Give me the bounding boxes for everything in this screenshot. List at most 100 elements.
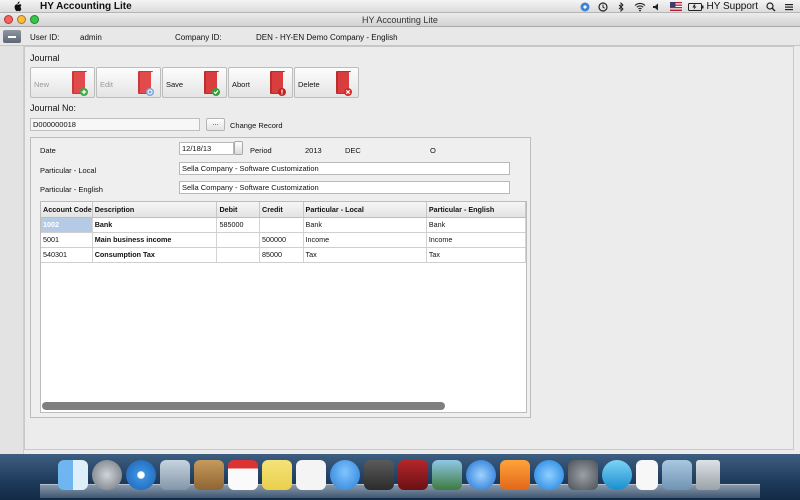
user-menu-name[interactable]: HY Support (706, 1, 758, 12)
edit-button-label: Edit (100, 80, 113, 89)
column-header-description[interactable]: Description (92, 202, 218, 218)
zoom-window-button[interactable] (30, 15, 39, 24)
time-machine-icon[interactable] (598, 1, 609, 12)
date-stepper[interactable] (234, 141, 243, 155)
collapse-sidebar-button[interactable] (3, 30, 21, 43)
cell-description[interactable]: Main business income (92, 232, 218, 248)
iphoto-icon[interactable] (432, 460, 462, 490)
cell-account-code[interactable]: 1002 (41, 217, 93, 233)
left-sidebar-collapsed (0, 46, 24, 454)
particular-local-label: Particular - Local (40, 166, 97, 175)
reminders-icon[interactable] (296, 460, 326, 490)
cell-particular-english[interactable]: Income (426, 232, 526, 248)
app-store-icon[interactable] (534, 460, 564, 490)
column-header-particular-local[interactable]: Particular - Local (303, 202, 427, 218)
system-preferences-icon[interactable] (568, 460, 598, 490)
us-flag-icon[interactable] (670, 1, 683, 12)
edit-button[interactable]: Edit (96, 67, 161, 98)
messages-icon[interactable] (330, 460, 360, 490)
mail-icon[interactable] (160, 460, 190, 490)
period-year: 2013 (305, 146, 322, 155)
itunes-icon[interactable] (466, 460, 496, 490)
cell-particular-local[interactable]: Bank (303, 217, 427, 233)
minimize-window-button[interactable] (17, 15, 26, 24)
edit-record-icon (138, 71, 154, 96)
document-icon[interactable] (636, 460, 658, 490)
cell-debit[interactable]: 585000 (216, 217, 261, 233)
column-header-debit[interactable]: Debit (216, 202, 261, 218)
change-record-label: Change Record (230, 121, 283, 130)
table-row[interactable]: 5001 Main business income 500000 Income … (41, 232, 526, 248)
app-menu-name[interactable]: HY Accounting Lite (40, 1, 132, 12)
abort-button[interactable]: Abort (228, 67, 293, 98)
table-row[interactable]: 1002 Bank 585000 Bank Bank (41, 217, 526, 233)
new-button-label: New (34, 80, 50, 89)
photo-booth-icon[interactable] (398, 460, 428, 490)
delete-record-icon (336, 71, 352, 96)
journal-no-field[interactable]: D000000018 (30, 118, 200, 131)
finder-icon[interactable] (58, 460, 88, 490)
cell-credit[interactable]: 85000 (259, 247, 304, 263)
company-id-label: Company ID: (175, 33, 222, 42)
safari-icon[interactable] (126, 460, 156, 490)
new-button[interactable]: New (30, 67, 95, 98)
company-id-value: DEN - HY-EN Demo Company - English (256, 33, 398, 42)
record-toolbar: New Edit Save Abort Delete (30, 67, 360, 98)
session-info-bar: User ID: admin Company ID: DEN - HY-EN D… (0, 27, 800, 46)
period-month: DEC (345, 146, 361, 155)
notification-center-icon[interactable] (784, 2, 794, 12)
delete-button-label: Delete (298, 80, 320, 89)
trash-icon[interactable] (696, 460, 720, 490)
calendar-icon[interactable] (228, 460, 258, 490)
ibooks-icon[interactable] (500, 460, 530, 490)
save-record-icon (204, 71, 220, 96)
cell-account-code[interactable]: 540301 (41, 247, 93, 263)
cell-particular-english[interactable]: Tax (426, 247, 526, 263)
date-field[interactable]: 12/18/13 (179, 142, 234, 155)
status-menus: HY Support (580, 0, 794, 13)
save-button[interactable]: Save (162, 67, 227, 98)
browse-journal-button[interactable]: ... (206, 118, 225, 131)
apple-menu-icon[interactable] (10, 0, 24, 12)
grid-horizontal-scrollbar[interactable] (42, 402, 445, 410)
bluetooth-icon[interactable] (616, 1, 626, 12)
particular-local-field[interactable]: Sella Company - Software Customization (179, 162, 510, 175)
volume-icon[interactable] (652, 2, 662, 12)
dropbox-icon[interactable] (580, 2, 590, 12)
abort-record-icon (270, 71, 286, 96)
table-row[interactable]: 540301 Consumption Tax 85000 Tax Tax (41, 247, 526, 263)
save-button-label: Save (166, 80, 184, 89)
wifi-icon[interactable] (634, 2, 646, 12)
cell-debit[interactable] (216, 247, 261, 263)
cell-account-code[interactable]: 5001 (41, 232, 93, 248)
journal-form: Journal New Edit Save Abort Delete Journ… (24, 46, 794, 450)
period-status: O (430, 146, 436, 155)
cell-particular-english[interactable]: Bank (426, 217, 526, 233)
column-header-credit[interactable]: Credit (259, 202, 304, 218)
hy-accounting-app-icon[interactable] (602, 460, 632, 490)
launchpad-icon[interactable] (92, 460, 122, 490)
cell-credit[interactable]: 500000 (259, 232, 304, 248)
column-header-account-code[interactable]: Account Code (41, 202, 93, 218)
grid-header-row: Account Code Description Debit Credit Pa… (41, 202, 526, 218)
contacts-icon[interactable] (194, 460, 224, 490)
notes-icon[interactable] (262, 460, 292, 490)
cell-debit[interactable] (216, 232, 261, 248)
cell-credit[interactable] (259, 217, 304, 233)
downloads-stack-icon[interactable] (662, 460, 692, 490)
close-window-button[interactable] (4, 15, 13, 24)
journal-lines-grid[interactable]: Account Code Description Debit Credit Pa… (40, 201, 527, 413)
column-header-particular-english[interactable]: Particular - English (426, 202, 526, 218)
cell-particular-local[interactable]: Tax (303, 247, 427, 263)
cell-particular-local[interactable]: Income (303, 232, 427, 248)
menu-bar: HY Accounting Lite HY Support (0, 0, 800, 13)
cell-description[interactable]: Bank (92, 217, 218, 233)
spotlight-search-icon[interactable] (766, 1, 776, 12)
abort-button-label: Abort (232, 80, 250, 89)
delete-button[interactable]: Delete (294, 67, 359, 98)
particular-english-field[interactable]: Sella Company - Software Customization (179, 181, 510, 194)
battery-icon[interactable] (688, 2, 704, 12)
cell-description[interactable]: Consumption Tax (92, 247, 218, 263)
facetime-icon[interactable] (364, 460, 394, 490)
user-id-value: admin (80, 33, 102, 42)
